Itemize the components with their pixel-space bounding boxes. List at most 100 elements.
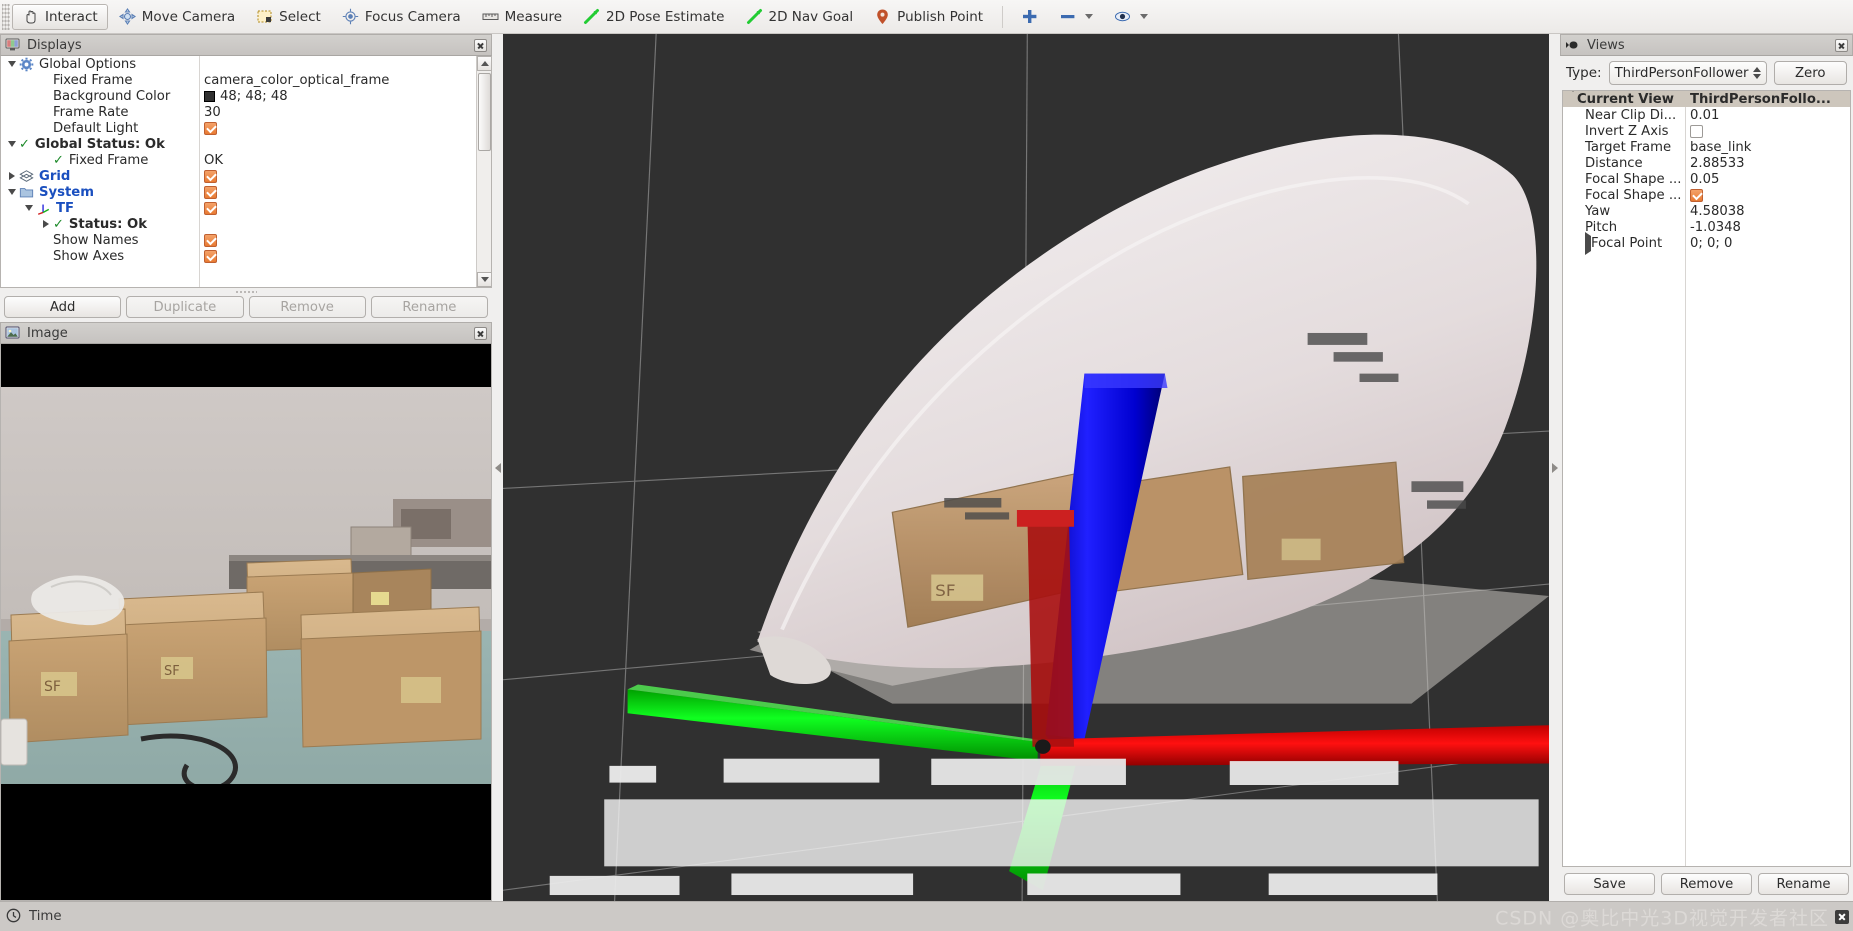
view-property-value[interactable]: 0.05 bbox=[1690, 172, 1719, 187]
zero-button[interactable]: Zero bbox=[1773, 61, 1847, 85]
view-remove-button[interactable]: Remove bbox=[1661, 873, 1752, 895]
display-row[interactable]: ✓ Global Status: Ok bbox=[1, 136, 491, 152]
display-row-value[interactable] bbox=[204, 233, 217, 247]
view-property-row[interactable]: Pitch -1.0348 bbox=[1563, 219, 1850, 235]
watermark-close-icon[interactable] bbox=[1835, 909, 1849, 924]
view-type-select[interactable]: ThirdPersonFollower bbox=[1608, 61, 1767, 85]
button-label: Remove bbox=[280, 299, 334, 315]
checkbox-checked[interactable] bbox=[204, 233, 217, 247]
toolbar-minus-button[interactable] bbox=[1049, 4, 1103, 30]
view-property-row[interactable]: Yaw 4.58038 bbox=[1563, 203, 1850, 219]
view-property-value[interactable]: -1.0348 bbox=[1690, 220, 1741, 235]
views-close-icon[interactable] bbox=[1835, 38, 1848, 52]
checkbox-checked[interactable] bbox=[1690, 188, 1703, 202]
view-property-value[interactable]: base_link bbox=[1690, 140, 1751, 155]
view-property-value[interactable]: 0.01 bbox=[1690, 108, 1719, 123]
toolbar-button-move-camera[interactable]: Move Camera bbox=[109, 4, 245, 30]
right-splitter-handle[interactable] bbox=[1549, 34, 1560, 901]
view-property-row[interactable]: Focal Point 0; 0; 0 bbox=[1563, 231, 1850, 255]
toolbar-button-measure[interactable]: Measure bbox=[472, 4, 572, 30]
display-row[interactable]: Global Options bbox=[1, 56, 491, 72]
view-property-value-text: 0.05 bbox=[1690, 171, 1720, 187]
display-row-value[interactable] bbox=[204, 201, 217, 215]
expander-collapse-icon[interactable] bbox=[5, 141, 19, 147]
display-row-value[interactable]: 30 bbox=[204, 105, 221, 120]
add-button[interactable]: Add bbox=[4, 296, 122, 318]
view-property-value[interactable]: 2.88533 bbox=[1690, 156, 1745, 171]
view-save-button[interactable]: Save bbox=[1564, 873, 1655, 895]
display-row-value[interactable]: OK bbox=[204, 153, 223, 168]
view-property-value[interactable] bbox=[1690, 124, 1703, 138]
view-property-value[interactable] bbox=[1690, 188, 1703, 202]
expander-collapse-icon[interactable] bbox=[22, 205, 36, 211]
display-row[interactable]: Default Light bbox=[1, 120, 491, 136]
checkbox-checked[interactable] bbox=[204, 249, 217, 263]
chevron-down-icon[interactable] bbox=[1085, 14, 1094, 19]
display-row[interactable]: TF bbox=[1, 200, 491, 216]
toolbar-button-focus-camera[interactable]: Focus Camera bbox=[332, 4, 471, 30]
view-property-row[interactable]: Distance 2.88533 bbox=[1563, 155, 1850, 171]
checkbox-unchecked[interactable] bbox=[1690, 124, 1703, 138]
scrollbar-down-button[interactable] bbox=[477, 272, 491, 287]
display-row[interactable]: ✓ Fixed Frame OK bbox=[1, 152, 491, 168]
toolbar-plus-button[interactable] bbox=[1011, 4, 1048, 30]
display-row-value[interactable]: 48; 48; 48 bbox=[204, 89, 288, 104]
spinner-icon[interactable] bbox=[1752, 67, 1761, 79]
toolbar-drag-handle[interactable] bbox=[2, 3, 10, 30]
toolbar-button-2d-pose-estimate[interactable]: 2D Pose Estimate bbox=[573, 4, 734, 30]
expander-collapse-icon[interactable] bbox=[5, 189, 19, 195]
toolbar-button-interact[interactable]: Interact bbox=[12, 3, 108, 30]
toolbar-button-publish-point[interactable]: Publish Point bbox=[864, 4, 993, 30]
display-row-value[interactable] bbox=[204, 249, 217, 263]
display-row[interactable]: Frame Rate 30 bbox=[1, 104, 491, 120]
display-row-value[interactable]: camera_color_optical_frame bbox=[204, 73, 389, 88]
view-property-row[interactable]: Focal Shape ... bbox=[1563, 187, 1850, 203]
display-row-value[interactable] bbox=[204, 169, 217, 183]
displays-close-icon[interactable] bbox=[474, 38, 487, 52]
chevron-down-icon[interactable] bbox=[1140, 14, 1149, 19]
display-row[interactable]: Fixed Frame camera_color_optical_frame bbox=[1, 72, 491, 88]
move-camera-icon bbox=[118, 8, 136, 25]
view-property-row[interactable]: Focal Shape ... 0.05 bbox=[1563, 171, 1850, 187]
display-row[interactable]: System bbox=[1, 184, 491, 200]
display-row[interactable]: ✓ Status: Ok bbox=[1, 216, 491, 232]
expander-expand-icon[interactable] bbox=[5, 172, 19, 180]
view-property-row[interactable]: Near Clip Di... 0.01 bbox=[1563, 107, 1850, 123]
view-property-value[interactable]: 4.58038 bbox=[1690, 204, 1745, 219]
checkbox-checked[interactable] bbox=[204, 201, 217, 215]
toolbar-button-select[interactable]: Select bbox=[246, 4, 331, 30]
view-rename-button[interactable]: Rename bbox=[1758, 873, 1849, 895]
display-row[interactable]: Background Color 48; 48; 48 bbox=[1, 88, 491, 104]
display-row[interactable]: Show Names bbox=[1, 232, 491, 248]
displays-tree-container[interactable]: Global Options Fixed Frame camera_color_op… bbox=[0, 56, 492, 288]
focus-camera-icon bbox=[342, 8, 359, 25]
toolbar-eye-button[interactable] bbox=[1104, 4, 1158, 30]
3d-render-view[interactable]: SF bbox=[503, 34, 1549, 901]
checkbox-checked[interactable] bbox=[204, 185, 217, 199]
view-property-row[interactable]: Current View ThirdPersonFollo... bbox=[1563, 91, 1850, 107]
displays-tree[interactable]: Global Options Fixed Frame camera_color_op… bbox=[1, 56, 491, 287]
expander-collapse-icon[interactable] bbox=[1569, 91, 1577, 107]
image-close-icon[interactable] bbox=[474, 326, 487, 340]
scrollbar-up-button[interactable] bbox=[477, 56, 491, 71]
display-row[interactable]: Grid bbox=[1, 168, 491, 184]
display-row-value[interactable] bbox=[204, 121, 217, 135]
color-swatch[interactable] bbox=[204, 90, 215, 102]
checkbox-checked[interactable] bbox=[204, 121, 217, 135]
scrollbar-thumb[interactable] bbox=[478, 73, 491, 151]
toolbar-button-2d-nav-goal[interactable]: 2D Nav Goal bbox=[736, 4, 864, 30]
displays-scrollbar[interactable] bbox=[476, 56, 491, 287]
displays-splitter[interactable] bbox=[0, 288, 492, 296]
checkbox-checked[interactable] bbox=[204, 169, 217, 183]
view-property-value[interactable]: ThirdPersonFollo... bbox=[1690, 92, 1831, 107]
view-property-row[interactable]: Target Frame base_link bbox=[1563, 139, 1850, 155]
camera-image-view[interactable]: SF SF bbox=[0, 344, 492, 901]
view-property-row[interactable]: Invert Z Axis bbox=[1563, 123, 1850, 139]
expander-collapse-icon[interactable] bbox=[5, 61, 19, 67]
views-property-tree[interactable]: Current View ThirdPersonFollo... Near Clip… bbox=[1562, 90, 1851, 867]
view-property-value[interactable]: 0; 0; 0 bbox=[1690, 236, 1732, 251]
display-row-value[interactable] bbox=[204, 185, 217, 199]
left-splitter-handle[interactable] bbox=[492, 34, 503, 901]
display-row[interactable]: Show Axes bbox=[1, 248, 491, 264]
expander-expand-icon[interactable] bbox=[39, 220, 53, 228]
